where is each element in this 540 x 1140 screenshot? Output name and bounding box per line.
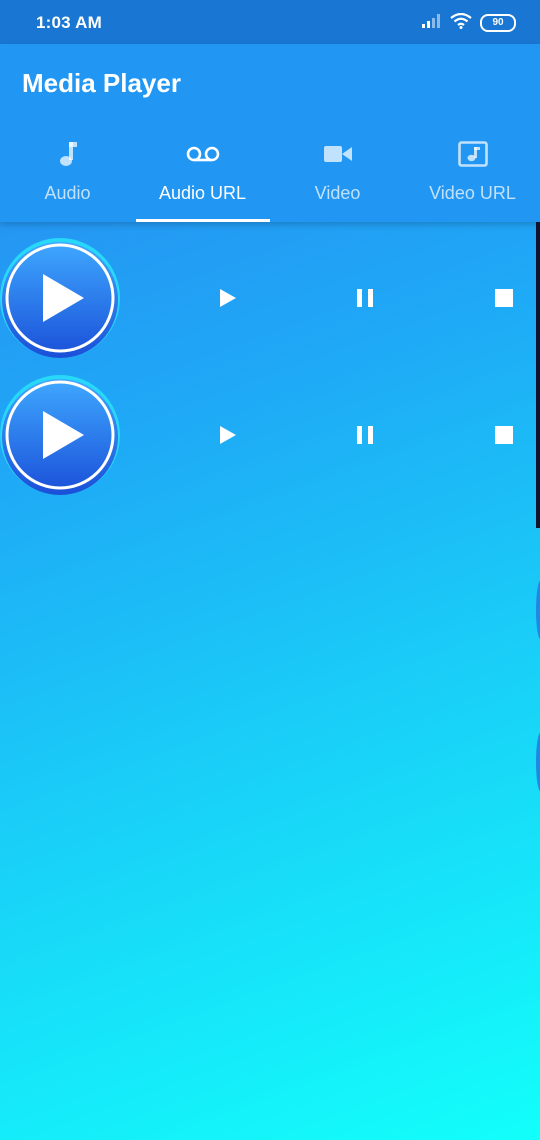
scroll-indicator[interactable]: [536, 222, 540, 528]
edge-partial-button: [536, 732, 540, 792]
player-row: [0, 373, 540, 497]
tab-audio-url-label: Audio URL: [158, 183, 247, 203]
play-button[interactable]: [213, 420, 243, 450]
tab-video-label: Video: [314, 183, 361, 203]
player-row: [0, 236, 540, 360]
stop-button[interactable]: [489, 420, 519, 450]
tab-video[interactable]: Video: [270, 128, 405, 222]
pause-icon: [357, 289, 373, 307]
tab-audio-label: Audio: [44, 183, 91, 203]
tab-video-url-label: Video URL: [429, 183, 516, 203]
signal-icon: [422, 13, 442, 33]
stop-icon: [495, 289, 513, 307]
active-tab-indicator: [136, 219, 270, 222]
big-play-button[interactable]: [0, 236, 124, 360]
music-video-icon: [457, 140, 488, 168]
pause-button[interactable]: [350, 420, 380, 450]
tab-bar: Audio Audio URL Video Video URL: [0, 128, 540, 222]
pause-button[interactable]: [350, 283, 380, 313]
voicemail-icon: [186, 140, 220, 168]
page-title: Media Player: [22, 68, 181, 98]
tab-video-url[interactable]: Video URL: [405, 128, 540, 222]
status-time: 1:03 AM: [36, 13, 102, 32]
play-button[interactable]: [213, 283, 243, 313]
app-bar: Media Player Audio Audio URL Video Video…: [0, 44, 540, 222]
status-bar: 1:03 AM 90: [0, 0, 540, 44]
music-note-icon: [58, 140, 78, 168]
big-play-button[interactable]: [0, 373, 124, 497]
tab-audio-url[interactable]: Audio URL: [135, 128, 270, 222]
video-camera-icon: [323, 140, 352, 168]
edge-partial-button: [536, 580, 540, 640]
status-icons: 90: [422, 12, 516, 34]
pause-icon: [357, 426, 373, 444]
play-icon: [220, 426, 236, 444]
stop-button[interactable]: [489, 283, 519, 313]
stop-icon: [495, 426, 513, 444]
play-icon: [220, 289, 236, 307]
battery-icon: 90: [480, 14, 516, 32]
wifi-icon: [450, 12, 472, 34]
tab-audio[interactable]: Audio: [0, 128, 135, 222]
